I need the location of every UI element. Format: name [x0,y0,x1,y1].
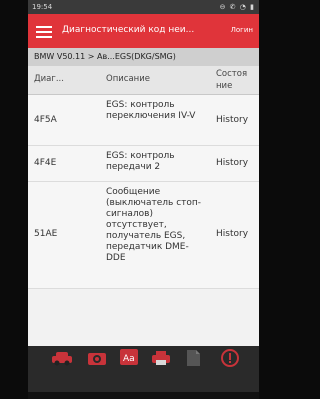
login-button[interactable]: Логин [231,25,253,35]
status-bar: 19:54 ⊖ ✆ ◔ ▮ [28,0,259,14]
hamburger-menu-icon[interactable] [36,23,52,39]
header-description: Описание [106,74,150,84]
svg-text:Aa: Aa [123,354,135,364]
breadcrumb: BMW V50.11 > Ав...EGS(DKG/SMG) [28,48,259,66]
row-description: Сообщение (выключатель стоп-сигналов) от… [106,187,202,263]
print-icon[interactable] [150,350,178,370]
page-title: Диагностический код неи... [62,25,195,35]
row-status: History [216,158,249,168]
row-code: 4F4E [34,158,57,168]
row-code: 4F5A [34,115,57,125]
row-description: EGS: контроль передачи 2 [106,151,175,172]
bottom-toolbar: Aa [28,346,259,392]
list-empty-area [28,289,259,346]
status-icons: ⊖ ✆ ◔ ▮ [219,3,255,11]
system-nav-bar [28,392,259,399]
row-code: 51AE [34,229,58,239]
camera-icon[interactable] [86,350,114,370]
document-icon[interactable] [182,349,210,369]
row-description: EGS: контроль переключения IV-V [106,100,196,121]
table-row[interactable]: 4F4E EGS: контроль передачи 2 History [28,146,259,182]
row-status: History [216,229,249,239]
table-row[interactable]: 51AE Сообщение (выключатель стоп-сигнало… [28,182,259,289]
text-size-icon[interactable]: Aa [118,348,146,368]
table-row[interactable]: 4F5A EGS: контроль переключения IV-V His… [28,95,259,146]
info-icon[interactable] [220,348,248,368]
header-status: Состоя ние [216,69,248,91]
car-icon[interactable] [50,350,78,370]
phone-screen: 19:54 ⊖ ✆ ◔ ▮ Диагностический код неи...… [28,0,259,392]
table-header: Диаг... Описание Состоя ние [28,66,259,95]
app-bar: Диагностический код неи... Логин [28,14,259,48]
row-status: History [216,115,249,125]
header-code: Диаг... [34,74,64,84]
status-time: 19:54 [32,3,53,11]
